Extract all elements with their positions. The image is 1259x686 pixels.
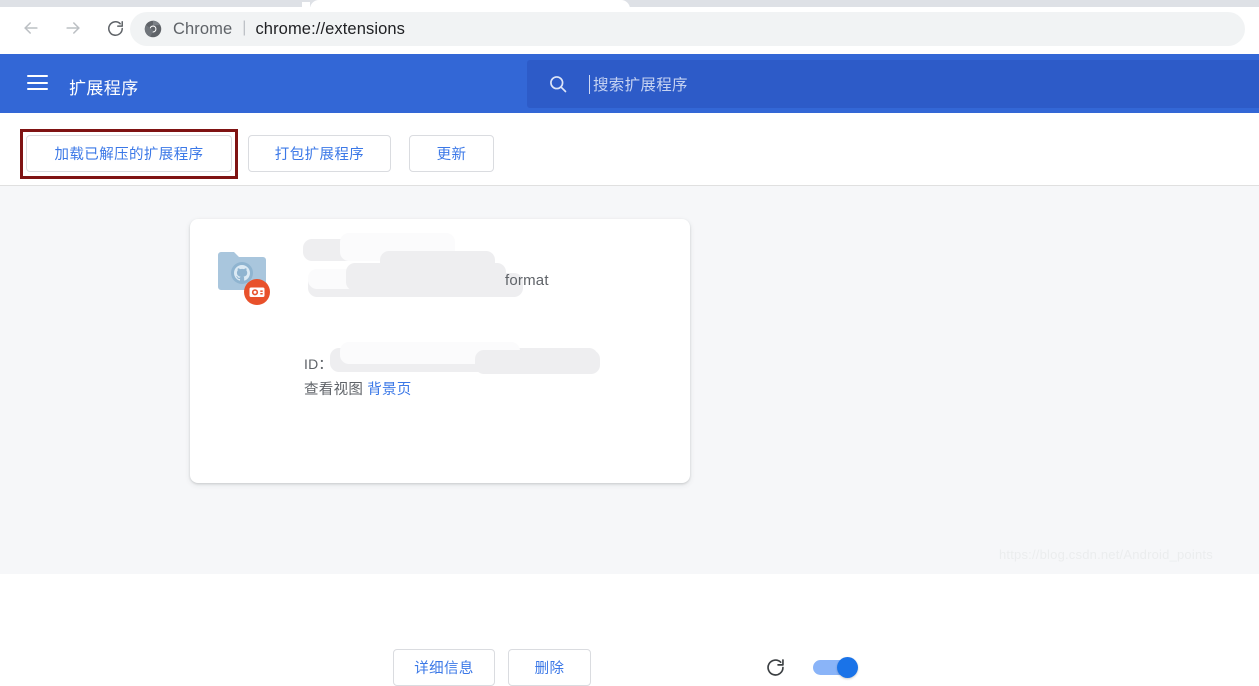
hamburger-bar xyxy=(27,88,48,90)
text-caret xyxy=(589,74,590,94)
extension-id-label: ID： xyxy=(304,356,333,372)
reload-button[interactable] xyxy=(98,14,132,48)
extension-card: 详细信息 删除 xyxy=(190,219,858,686)
remove-button[interactable]: 删除 xyxy=(508,649,591,686)
reload-icon xyxy=(106,19,125,43)
annotation-highlight-rect xyxy=(20,129,238,179)
omnibox-url-text: chrome://extensions xyxy=(255,19,406,38)
pack-extension-button[interactable]: 打包扩展程序 xyxy=(248,135,391,172)
hamburger-menu-icon[interactable] xyxy=(27,75,48,90)
reload-extension-icon[interactable] xyxy=(765,657,786,678)
update-button[interactable]: 更新 xyxy=(409,135,494,172)
hamburger-bar xyxy=(27,81,48,84)
hamburger-bar xyxy=(27,75,48,77)
search-placeholder-text: 搜索扩展程序 xyxy=(593,77,688,94)
enable-extension-toggle[interactable] xyxy=(813,657,859,678)
extension-views-row: 查看视图 背景页 xyxy=(304,378,412,399)
watermark: https://blog.csdn.net/Android_points xyxy=(999,547,1213,562)
toggle-knob xyxy=(837,657,858,678)
description-redaction xyxy=(346,263,506,291)
arrow-right-icon xyxy=(63,18,83,43)
arrow-left-icon xyxy=(21,18,41,43)
search-extensions-input[interactable]: 搜索扩展程序 xyxy=(527,60,1259,108)
extension-icon xyxy=(215,243,273,305)
back-button[interactable] xyxy=(14,14,48,48)
extension-description-tail: format xyxy=(505,272,549,289)
details-button[interactable]: 详细信息 xyxy=(393,649,495,686)
unpacked-extension-badge-icon xyxy=(243,278,271,306)
forward-button[interactable] xyxy=(56,14,90,48)
id-redaction xyxy=(475,350,600,374)
chrome-logo-icon xyxy=(144,20,162,38)
omnibox-scheme-label: Chrome xyxy=(173,19,233,38)
views-label: 查看视图 xyxy=(304,382,364,398)
address-bar[interactable]: Chrome | chrome://extensions xyxy=(130,12,1245,46)
page-title: 扩展程序 xyxy=(69,79,139,98)
background-page-link[interactable]: 背景页 xyxy=(367,382,411,398)
omnibox-separator: | xyxy=(242,19,247,36)
browser-toolbar: Chrome | chrome://extensions xyxy=(0,7,1259,54)
search-icon xyxy=(548,74,568,94)
